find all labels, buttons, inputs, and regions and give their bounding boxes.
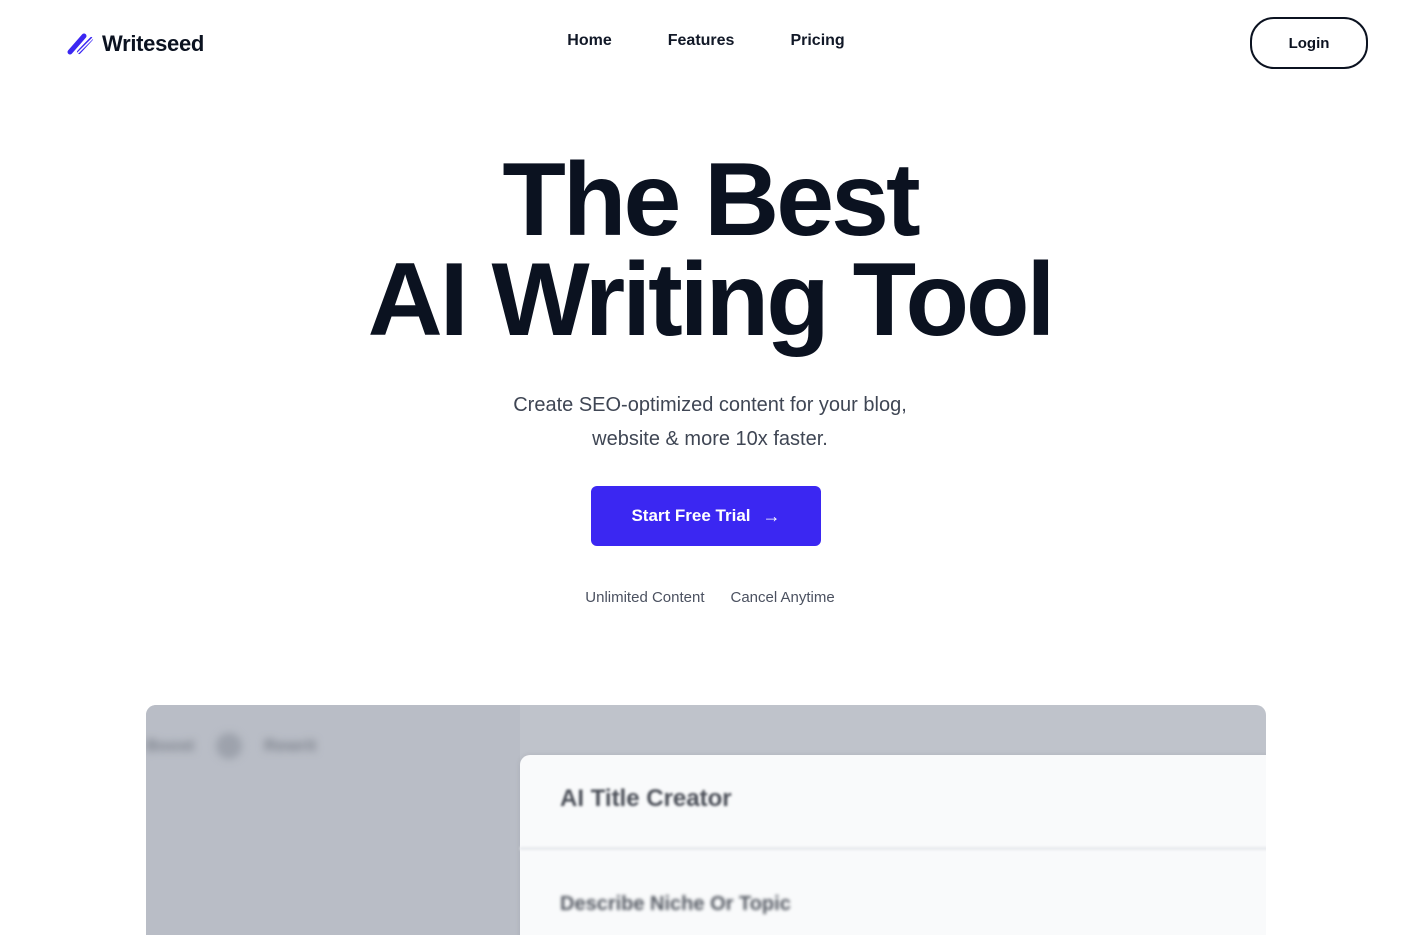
cta-label: Start Free Trial: [631, 506, 751, 525]
arrow-right-icon: →: [762, 505, 781, 526]
site-header: Writeseed Home Features Pricing Login: [0, 0, 1420, 88]
nav-pricing[interactable]: Pricing: [790, 32, 844, 50]
preview-tab-icon: [216, 733, 243, 759]
hero-subtitle: Create SEO-optimized content for your bl…: [0, 388, 1420, 456]
hero-title-line-2: AI Writing Tool: [367, 242, 1056, 358]
hero-title-line-1: The Best: [502, 142, 920, 258]
hero-subtitle-line-2: website & more 10x faster.: [592, 428, 828, 450]
preview-tab-boost: Boost: [146, 736, 195, 755]
app-preview: Boost Rewrit AI Title Creator Describe N…: [146, 705, 1266, 935]
preview-tab-rewrite: Rewrit: [264, 736, 317, 755]
preview-panel: AI Title Creator Describe Niche Or Topic: [520, 755, 1266, 935]
preview-sidebar: Boost Rewrit: [146, 705, 520, 935]
main-nav: Home Features Pricing: [0, 32, 1420, 50]
perks-list: Unlimited Content Cancel Anytime: [0, 589, 1420, 606]
nav-home[interactable]: Home: [567, 32, 611, 50]
perk-unlimited-content: Unlimited Content: [585, 589, 705, 606]
start-free-trial-button[interactable]: Start Free Trial →: [591, 486, 821, 546]
login-button[interactable]: Login: [1250, 17, 1368, 69]
preview-tabs: Boost Rewrit: [146, 733, 316, 759]
perk-cancel-anytime: Cancel Anytime: [730, 589, 835, 606]
panel-divider: [520, 847, 1266, 850]
hero-title: The Best AI Writing Tool: [0, 142, 1420, 358]
panel-field-label: Describe Niche Or Topic: [560, 893, 791, 915]
nav-features[interactable]: Features: [668, 32, 735, 50]
hero-subtitle-line-1: Create SEO-optimized content for your bl…: [513, 394, 907, 416]
panel-title: AI Title Creator: [560, 785, 732, 812]
